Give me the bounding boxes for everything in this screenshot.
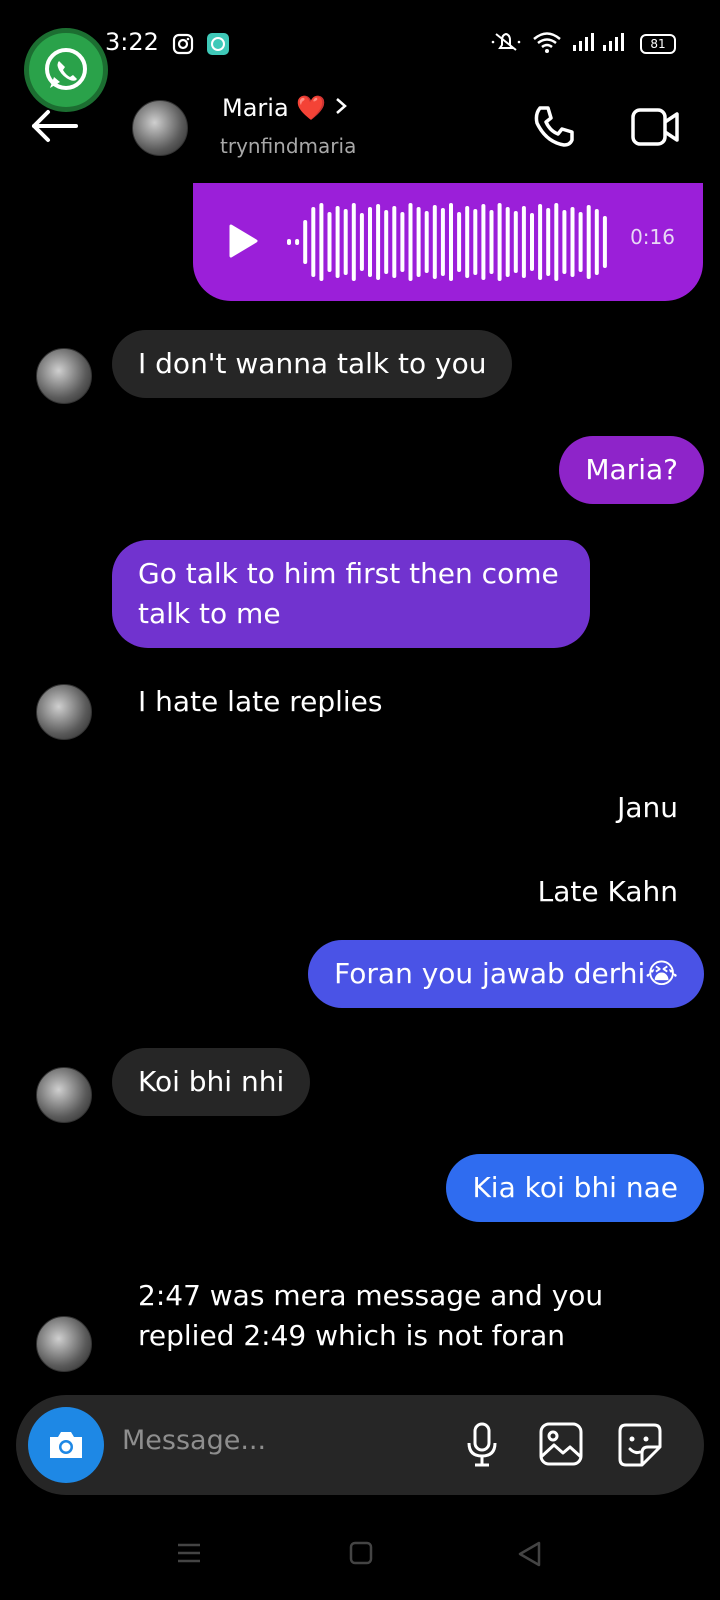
waveform-bar: [335, 206, 340, 278]
waveform-bar: [343, 209, 348, 275]
waveform-bar: [449, 203, 453, 281]
sticker-icon[interactable]: [616, 1421, 664, 1473]
battery-indicator: 81: [640, 34, 676, 54]
chat-header: Maria ❤️ trynfindmaria: [0, 90, 720, 170]
chat-app-icon: [206, 32, 230, 60]
waveform-bar: [392, 206, 397, 278]
waveform-bar: [538, 204, 543, 280]
camera-button[interactable]: [28, 1407, 104, 1483]
waveform-bar: [594, 209, 599, 275]
waveform-bar: [424, 211, 429, 273]
camera-icon: [50, 1432, 82, 1458]
signal-icon: [572, 31, 630, 57]
waveform-bar: [295, 239, 300, 245]
waveform-bar: [554, 203, 559, 281]
incoming-message[interactable]: I hate late replies: [138, 682, 382, 722]
video-call-icon[interactable]: [630, 106, 680, 152]
outgoing-message[interactable]: Janu: [617, 788, 678, 828]
waveform-bar: [546, 208, 551, 276]
contact-name: Maria ❤️: [222, 94, 327, 122]
outgoing-message[interactable]: Late Kahn: [538, 872, 678, 912]
contact-name-link[interactable]: Maria ❤️: [222, 94, 348, 122]
audio-waveform: [283, 201, 613, 287]
waveform-bar: [505, 207, 510, 277]
waveform-bar: [311, 207, 316, 277]
waveform-bar: [416, 207, 421, 277]
waveform-bar: [530, 213, 534, 271]
waveform-bar: [359, 213, 364, 271]
mute-icon: [490, 30, 522, 58]
status-bar: 3:22 81: [0, 0, 720, 112]
instagram-icon: [172, 33, 194, 59]
waveform-bar: [562, 210, 567, 274]
whatsapp-bubble-icon[interactable]: [24, 28, 108, 112]
waveform-bar: [489, 210, 494, 274]
waveform-bar: [457, 212, 462, 272]
system-navigation-bar: [0, 1510, 720, 1600]
waveform-bar: [513, 211, 518, 273]
waveform-bar: [497, 203, 502, 281]
waveform-bar: [351, 203, 356, 281]
sender-avatar[interactable]: [36, 1316, 92, 1372]
waveform-bar: [473, 209, 478, 275]
chevron-right-icon: [334, 94, 348, 122]
voice-message-bubble[interactable]: 0:16: [193, 183, 703, 301]
microphone-icon[interactable]: [464, 1421, 500, 1473]
play-icon[interactable]: [227, 223, 259, 263]
waveform-bar: [440, 208, 445, 276]
waveform-bar: [368, 207, 372, 277]
wifi-icon: [532, 30, 562, 58]
waveform-bar: [376, 204, 381, 280]
waveform-bar: [408, 203, 413, 281]
outgoing-message[interactable]: Maria?: [559, 436, 704, 504]
outgoing-message[interactable]: Foran you jawab derhi😭: [308, 940, 704, 1008]
voice-duration: 0:16: [630, 225, 675, 249]
phone-call-icon[interactable]: [530, 104, 576, 154]
waveform-bar: [384, 210, 389, 274]
sender-avatar[interactable]: [36, 348, 92, 404]
contact-username: trynfindmaria: [220, 134, 357, 158]
sender-avatar[interactable]: [36, 684, 92, 740]
waveform-bar: [586, 205, 591, 279]
waveform-bar: [521, 206, 526, 278]
home-icon[interactable]: [348, 1540, 374, 1570]
waveform-bar: [481, 204, 486, 280]
waveform-bar: [432, 205, 437, 279]
back-arrow-icon[interactable]: [30, 108, 78, 148]
incoming-message[interactable]: I don't wanna talk to you: [112, 330, 513, 398]
waveform-bar: [287, 239, 291, 245]
outgoing-message[interactable]: Kia koi bhi nae: [446, 1154, 704, 1222]
incoming-message[interactable]: Koi bhi nhi: [112, 1048, 311, 1116]
incoming-message[interactable]: 2:47 was mera message and you replied 2:…: [138, 1276, 638, 1356]
waveform-bar: [319, 203, 324, 281]
outgoing-message[interactable]: Go talk to him first then come talk to m…: [112, 540, 590, 648]
sender-avatar[interactable]: [36, 1067, 92, 1123]
message-input[interactable]: Message...: [122, 1425, 266, 1456]
waveform-bar: [578, 212, 583, 272]
status-time: 3:22: [105, 28, 159, 56]
message-composer: Message...: [16, 1395, 704, 1495]
back-triangle-icon[interactable]: [516, 1540, 542, 1572]
waveform-bar: [570, 207, 575, 277]
waveform-bar: [465, 206, 470, 278]
waveform-bar: [303, 220, 308, 264]
waveform-bar: [327, 212, 332, 272]
contact-avatar[interactable]: [132, 100, 188, 156]
menu-icon[interactable]: [176, 1540, 202, 1570]
waveform-bar: [602, 216, 607, 268]
gallery-icon[interactable]: [538, 1421, 584, 1471]
waveform-bar: [400, 212, 405, 272]
